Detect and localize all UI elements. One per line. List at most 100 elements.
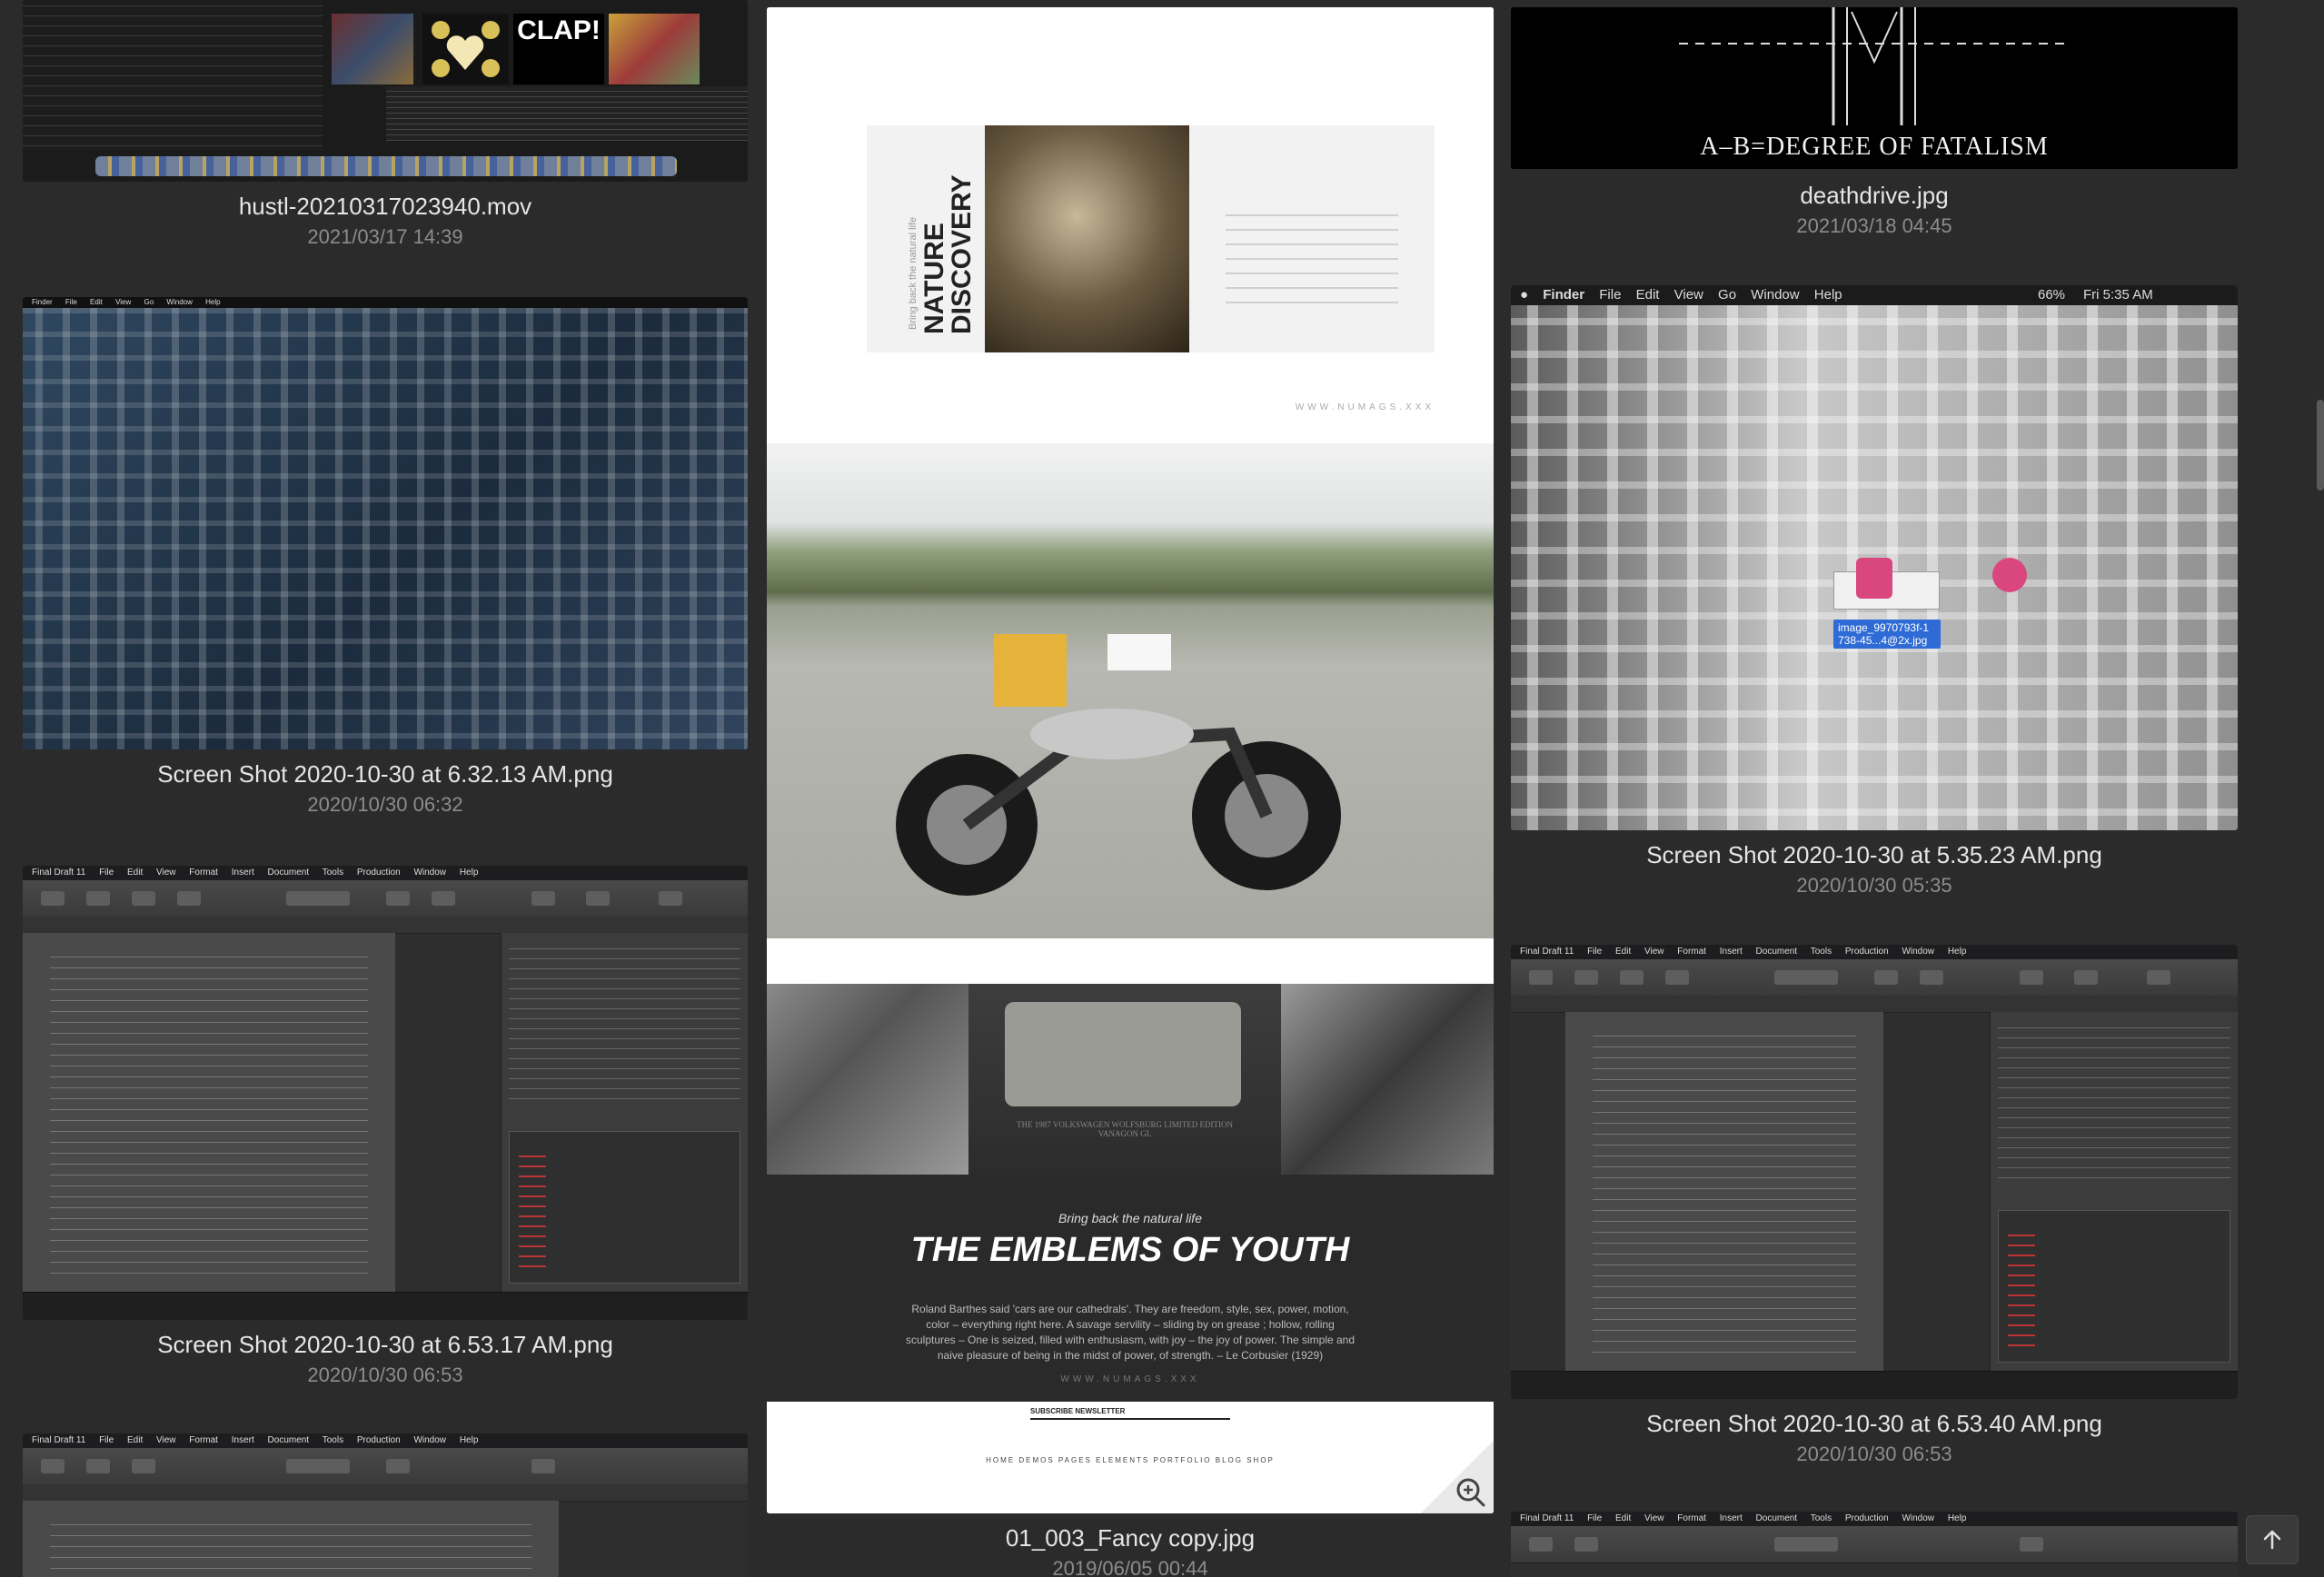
menubar: Finder File Edit View Go Window Help (23, 297, 748, 308)
item-caption: deathdrive.jpg 2021/03/18 04:45 (1511, 180, 2238, 240)
menubar-item: Tools (1810, 1513, 1832, 1523)
menubar: ● Finder File Edit View Go Window Help 6… (1511, 285, 2238, 305)
menubar-item: Final Draft 11 (32, 868, 86, 878)
clap-sticker-thumb: CLAP! (513, 14, 604, 84)
menubar-item: Help (1813, 287, 1842, 303)
menubar: Final Draft 11 File Edit View Format Ins… (1511, 1512, 2238, 1526)
menubar-item: Production (1844, 1513, 1889, 1523)
motorcycle-hero-photo (767, 443, 1494, 938)
menubar-item: Edit (1635, 287, 1660, 303)
article-body: Roland Barthes said 'cars are our cathed… (905, 1303, 1356, 1362)
item-filename: Screen Shot 2020-10-30 at 6.53.17 AM.png (157, 1331, 613, 1358)
menubar-item: Edit (126, 1435, 144, 1445)
ruler (23, 1484, 748, 1502)
sticker-thumb (332, 14, 413, 84)
code-editor-region (23, 0, 323, 150)
screenshot-thumbnail[interactable]: Final Draft 11 File Edit View Format Ins… (1511, 945, 2238, 1399)
dock-bar (95, 156, 677, 176)
motorcycle-illustration (896, 634, 1341, 896)
menubar-item: Tools (322, 868, 344, 878)
screenshot-thumbnail[interactable]: Finder File Edit View Go Window Help (23, 297, 748, 749)
app-toolbar (23, 880, 748, 917)
status-bar (23, 1292, 748, 1320)
subscribe-label: SUBSCRIBE NEWSLETTER (1030, 1407, 1230, 1420)
article-section: Bring back the natural life THE EMBLEMS … (767, 1175, 1494, 1402)
arrow-up-icon (2263, 1530, 2281, 1550)
menubar-item: Tools (322, 1435, 344, 1445)
item-date: 2021/03/18 04:45 (1796, 214, 1952, 237)
item-date: 2020/10/30 06:53 (307, 1364, 463, 1386)
item-filename: 01_003_Fancy copy.jpg (1005, 1524, 1256, 1552)
article-headline: THE EMBLEMS OF YOUTH (910, 1231, 1350, 1269)
magazine-url: WWW.NUMAGS.XXX (1060, 1374, 1200, 1384)
menubar-item: Edit (126, 868, 144, 878)
article-kicker: Bring back the natural life (1058, 1211, 1202, 1225)
item-caption: 01_003_Fancy copy.jpg 2019/06/05 00:44 (767, 1522, 1494, 1577)
menubar-item: View (115, 298, 132, 306)
pink-object-icon (1856, 558, 1892, 599)
strip-photo-van: THE 1987 VOLKSWAGEN WOLFSBURG LIMITED ED… (968, 984, 1281, 1175)
magazine-thumbnail[interactable]: Bring back the natural life NATURE DISCO… (767, 7, 1494, 1513)
menubar-item: Format (1677, 1513, 1706, 1523)
item-caption: Screen Shot 2020-10-30 at 6.32.13 AM.png… (23, 759, 748, 818)
menubar: Final Draft 11 File Edit View Format Ins… (1511, 945, 2238, 959)
menubar-item: Finder (32, 298, 53, 306)
menubar-item: File (1587, 947, 1603, 957)
menubar-item: File (1587, 1513, 1603, 1523)
menubar-item: View (156, 1435, 176, 1445)
ruler (1511, 996, 2238, 1013)
script-page (23, 933, 395, 1293)
photo-strip: THE 1987 VOLKSWAGEN WOLFSBURG LIMITED ED… (767, 984, 1494, 1175)
screenshot-thumbnail[interactable]: ● Finder File Edit View Go Window Help 6… (1511, 285, 2238, 830)
back-to-top-button[interactable] (2246, 1515, 2299, 1564)
zoom-in-icon[interactable] (1452, 1473, 1488, 1510)
apple-icon: ● (1520, 287, 1529, 303)
clock: Fri 5:35 AM (2083, 287, 2153, 303)
gallery-view: CLAP! hustl-20210317023940.mov 2021/03/1… (0, 0, 2324, 1577)
ruler (23, 917, 748, 934)
menubar-item: Format (189, 1435, 218, 1445)
item-caption: hustl-20210317023940.mov 2021/03/17 14:3… (23, 191, 748, 251)
screenshot-thumbnail[interactable]: Final Draft 11 File Edit View Format Ins… (1511, 1512, 2238, 1577)
helmet-photo (985, 125, 1189, 352)
menubar: Final Draft 11 File Edit View Format Ins… (23, 866, 748, 880)
magazine-url: WWW.NUMAGS.XXX (1295, 402, 1435, 412)
menubar-item: Go (1718, 287, 1737, 303)
menubar-item: Insert (231, 868, 254, 878)
menubar-item: Production (356, 1435, 401, 1445)
menubar-item: File (99, 1435, 114, 1445)
selected-file-label[interactable]: image_9970793f-1 738-45...4@2x.jpg (1833, 620, 1941, 649)
image-thumbnail[interactable]: A–B=DEGREE OF FATALISM (1511, 7, 2238, 169)
pattern-sticker-thumb (609, 14, 700, 84)
screenshot-thumbnail[interactable]: Final Draft 11 File Edit View Format Ins… (23, 866, 748, 1320)
menubar-item: Window (166, 298, 193, 306)
item-date: 2020/10/30 06:53 (1796, 1443, 1952, 1465)
video-thumbnail[interactable]: CLAP! (23, 0, 748, 182)
item-date: 2021/03/17 14:39 (307, 225, 463, 248)
item-caption: Screen Shot 2020-10-30 at 6.53.17 AM.png… (23, 1329, 748, 1389)
strip-photo-right (1281, 984, 1494, 1175)
item-date: 2019/06/05 00:44 (1052, 1557, 1208, 1577)
menubar: Final Draft 11 File Edit View Format Ins… (23, 1433, 748, 1448)
menubar-item: Production (1844, 947, 1889, 957)
battery-percent: 66% (2038, 287, 2066, 303)
fatalism-caption: A–B=DEGREE OF FATALISM (1700, 133, 2049, 161)
menubar-item: Final Draft 11 (1520, 947, 1574, 957)
menubar-item: Insert (1719, 947, 1743, 957)
menubar-item: Production (356, 868, 401, 878)
app-toolbar (23, 1448, 748, 1485)
menubar-item: Document (1755, 947, 1798, 957)
app-toolbar (1511, 1526, 2238, 1563)
menubar-item: View (1644, 947, 1664, 957)
vertical-scrollbar-thumb[interactable] (2317, 400, 2324, 491)
screenshot-thumbnail[interactable]: Final Draft 11 File Edit View Format Ins… (23, 1433, 748, 1577)
menubar-item: Help (205, 298, 221, 306)
menubar-item: File (65, 298, 77, 306)
menubar-item: Insert (1719, 1513, 1743, 1523)
menubar-item: Format (1677, 947, 1706, 957)
app-toolbar (1511, 959, 2238, 997)
item-filename: hustl-20210317023940.mov (238, 193, 532, 220)
menubar-item: Final Draft 11 (1520, 1513, 1574, 1523)
item-caption: Screen Shot 2020-10-30 at 6.53.40 AM.png… (1511, 1408, 2238, 1468)
menubar-item: Insert (231, 1435, 254, 1445)
